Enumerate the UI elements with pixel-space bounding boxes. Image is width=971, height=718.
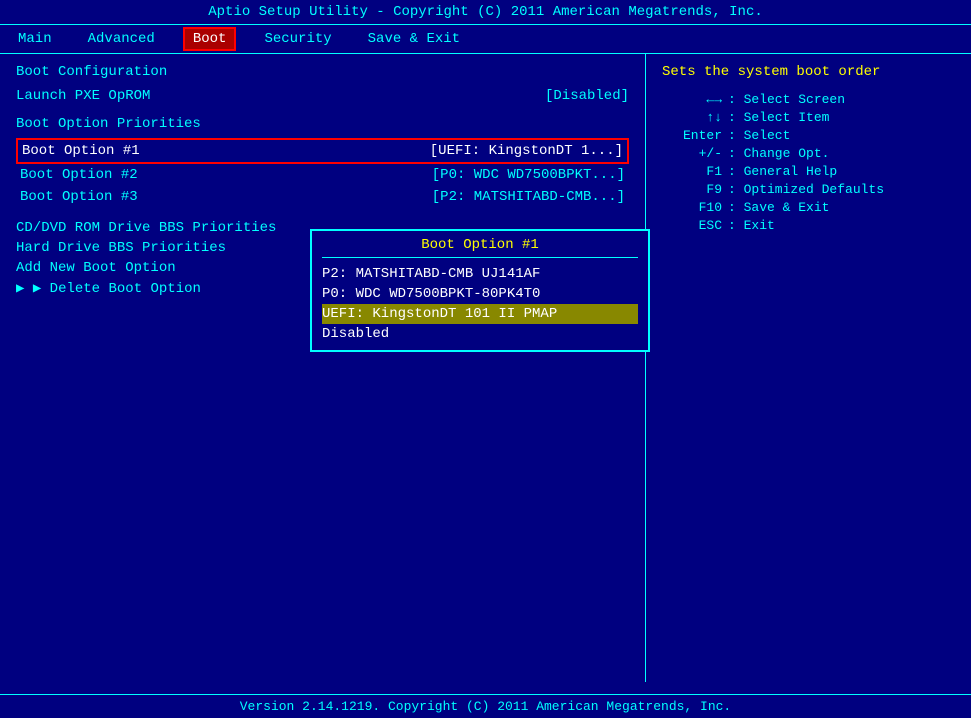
boot-config-title: Boot Configuration	[16, 64, 629, 80]
menu-item-main[interactable]: Main	[10, 29, 60, 49]
key-help-row: ESC : Exit	[662, 218, 955, 233]
key-desc: : Change Opt.	[728, 146, 829, 161]
title-text: Aptio Setup Utility - Copyright (C) 2011…	[208, 4, 763, 20]
menu-item-boot[interactable]: Boot	[183, 27, 237, 51]
launch-pxe-label: Launch PXE OpROM	[16, 88, 150, 104]
menu-item-save-exit[interactable]: Save & Exit	[360, 29, 468, 49]
dropdown-popup[interactable]: Boot Option #1 P2: MATSHITABD-CMB UJ141A…	[310, 229, 650, 352]
menu-item-security[interactable]: Security	[256, 29, 339, 49]
popup-option[interactable]: P0: WDC WD7500BPKT-80PK4T0	[322, 284, 638, 304]
key-help-row: ←→ : Select Screen	[662, 92, 955, 107]
popup-title: Boot Option #1	[322, 237, 638, 258]
key-desc: : Select Screen	[728, 92, 845, 107]
boot-options-list: Boot Option #1[UEFI: KingstonDT 1...]Boo…	[16, 138, 629, 208]
key-help-row: F9 : Optimized Defaults	[662, 182, 955, 197]
boot-option-row[interactable]: Boot Option #3 [P2: MATSHITABD-CMB...]	[16, 186, 629, 208]
popup-options: P2: MATSHITABD-CMB UJ141AFP0: WDC WD7500…	[322, 264, 638, 344]
key-desc: : Optimized Defaults	[728, 182, 884, 197]
key-label: F9	[662, 182, 722, 197]
key-label: +/-	[662, 146, 722, 161]
key-desc: : Select	[728, 128, 790, 143]
key-desc: : Save & Exit	[728, 200, 829, 215]
boot-option-value: [P0: WDC WD7500BPKT...]	[432, 167, 625, 183]
boot-priorities-title: Boot Option Priorities	[16, 116, 629, 132]
boot-option-label: Boot Option #1	[22, 143, 140, 159]
popup-option[interactable]: UEFI: KingstonDT 101 II PMAP	[322, 304, 638, 324]
boot-option-label: Boot Option #2	[20, 167, 138, 183]
key-desc: : General Help	[728, 164, 837, 179]
key-desc: : Select Item	[728, 110, 829, 125]
launch-pxe-value: [Disabled]	[545, 88, 629, 104]
key-desc: : Exit	[728, 218, 775, 233]
key-help-row: ↑↓ : Select Item	[662, 110, 955, 125]
bottom-text: Version 2.14.1219. Copyright (C) 2011 Am…	[240, 699, 731, 714]
boot-option-value: [P2: MATSHITABD-CMB...]	[432, 189, 625, 205]
key-help-row: F10 : Save & Exit	[662, 200, 955, 215]
key-label: F1	[662, 164, 722, 179]
key-help-row: Enter : Select	[662, 128, 955, 143]
boot-option-row[interactable]: Boot Option #2 [P0: WDC WD7500BPKT...]	[16, 164, 629, 186]
main-content: Boot Configuration Launch PXE OpROM [Dis…	[0, 54, 971, 682]
bottom-bar: Version 2.14.1219. Copyright (C) 2011 Am…	[0, 694, 971, 718]
right-panel: Sets the system boot order ←→ : Select Sc…	[645, 54, 971, 682]
menu-item-advanced[interactable]: Advanced	[80, 29, 163, 49]
launch-pxe-row: Launch PXE OpROM [Disabled]	[16, 86, 629, 106]
key-help-row: F1 : General Help	[662, 164, 955, 179]
key-help-row: +/- : Change Opt.	[662, 146, 955, 161]
boot-option-value: [UEFI: KingstonDT 1...]	[430, 143, 623, 159]
popup-option[interactable]: Disabled	[322, 324, 638, 344]
key-label: Enter	[662, 128, 722, 143]
boot-option-row[interactable]: Boot Option #1 [UEFI: KingstonDT 1...]	[16, 138, 629, 164]
boot-option-label: Boot Option #3	[20, 189, 138, 205]
popup-option[interactable]: P2: MATSHITABD-CMB UJ141AF	[322, 264, 638, 284]
key-label: ←→	[662, 92, 722, 107]
key-help-list: ←→ : Select Screen ↑↓ : Select Item Enter : S…	[662, 92, 955, 233]
help-text: Sets the system boot order	[662, 64, 955, 80]
key-label: F10	[662, 200, 722, 215]
key-label: ESC	[662, 218, 722, 233]
menu-bar: Main Advanced Boot Security Save & Exit	[0, 24, 971, 54]
title-bar: Aptio Setup Utility - Copyright (C) 2011…	[0, 0, 971, 24]
left-panel: Boot Configuration Launch PXE OpROM [Dis…	[0, 54, 645, 682]
key-label: ↑↓	[662, 110, 722, 125]
